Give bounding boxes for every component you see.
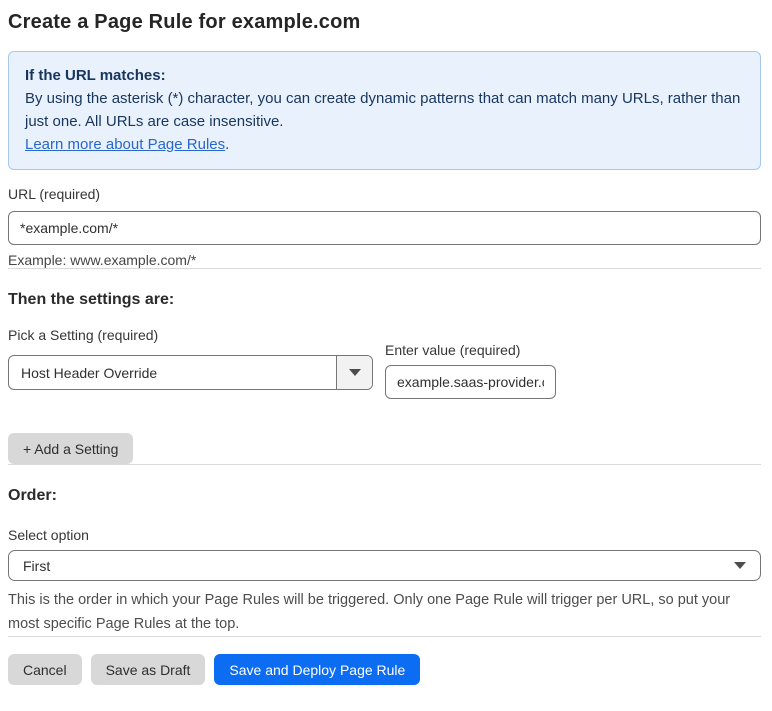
url-input[interactable] — [8, 211, 761, 245]
info-box-heading: If the URL matches: — [25, 67, 166, 84]
chevron-down-icon — [734, 562, 746, 569]
pick-setting-selected-value: Host Header Override — [21, 364, 158, 381]
info-box-link-line: Learn more about Page Rules. — [25, 133, 744, 156]
order-selected-value: First — [23, 557, 51, 574]
section-divider — [8, 464, 761, 465]
url-example-text: Example: www.example.com/* — [8, 252, 197, 268]
info-box-body: By using the asterisk (*) character, you… — [25, 90, 741, 130]
settings-row: Pick a Setting (required) Host Header Ov… — [8, 327, 761, 399]
enter-value-column: Enter value (required) — [385, 342, 556, 399]
order-select-label: Select option — [8, 527, 89, 543]
save-and-deploy-button[interactable]: Save and Deploy Page Rule — [214, 654, 421, 685]
save-as-draft-button[interactable]: Save as Draft — [90, 654, 206, 685]
cancel-button[interactable]: Cancel — [8, 654, 82, 685]
setting-value-input[interactable] — [385, 365, 556, 399]
pick-setting-select[interactable]: Host Header Override — [8, 355, 373, 390]
order-section-heading: Order: — [8, 487, 57, 504]
pick-setting-dropdown-button[interactable] — [336, 356, 372, 389]
order-help-text: This is the order in which your Page Rul… — [8, 592, 731, 632]
add-setting-button[interactable]: + Add a Setting — [8, 433, 134, 464]
link-period: . — [225, 136, 230, 153]
page-title: Create a Page Rule for example.com — [8, 11, 361, 33]
page-rule-form: Create a Page Rule for example.com If th… — [0, 0, 772, 685]
enter-value-label: Enter value (required) — [385, 342, 521, 358]
settings-section-heading: Then the settings are: — [8, 291, 175, 308]
section-divider — [8, 636, 761, 637]
url-match-info-box: If the URL matches: By using the asteris… — [8, 51, 761, 170]
learn-more-page-rules-link[interactable]: Learn more about Page Rules — [25, 136, 225, 153]
chevron-down-icon — [348, 369, 361, 376]
section-divider — [8, 268, 761, 269]
url-field-label: URL (required) — [8, 186, 101, 202]
footer-actions: Cancel Save as Draft Save and Deploy Pag… — [8, 654, 761, 685]
pick-setting-column: Pick a Setting (required) Host Header Ov… — [8, 327, 373, 390]
order-select[interactable]: First — [8, 550, 761, 581]
pick-setting-label: Pick a Setting (required) — [8, 327, 159, 343]
